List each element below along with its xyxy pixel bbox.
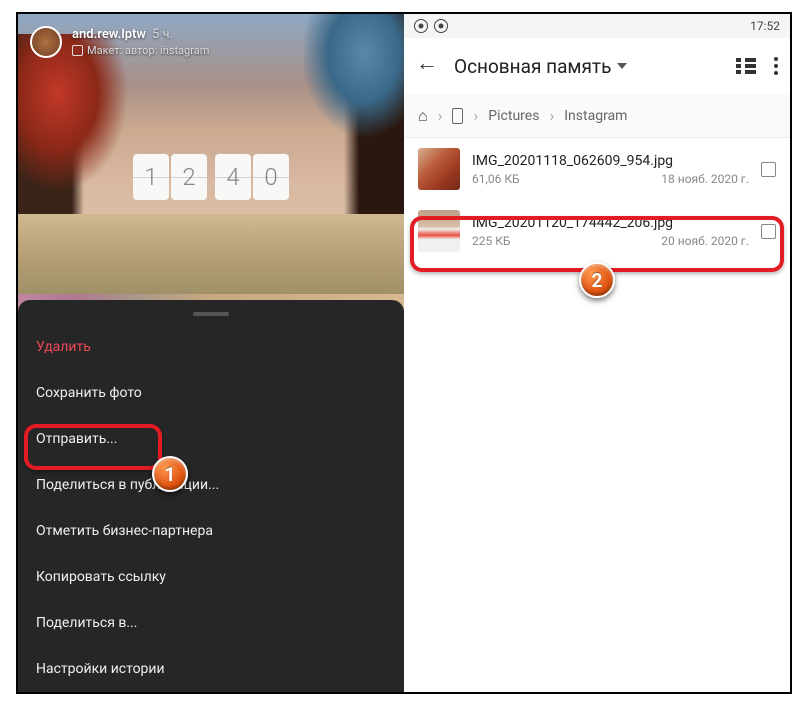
callout-badge-2: 2	[579, 262, 615, 298]
layout-icon	[72, 45, 83, 56]
file-name: IMG_20201118_062609_954.jpg	[472, 153, 749, 169]
breadcrumb-separator: ›	[549, 106, 554, 125]
file-name: IMG_20201120_174442_206.jpg	[472, 215, 749, 231]
menu-story-settings[interactable]: Настройки истории	[18, 646, 404, 692]
view-list-button[interactable]	[736, 58, 756, 74]
menu-save-photo[interactable]: Сохранить фото	[18, 370, 404, 416]
menu-copy-link[interactable]: Копировать ссылку	[18, 554, 404, 600]
breadcrumb-pictures[interactable]: Pictures	[488, 108, 539, 124]
status-bar: 17:52	[404, 14, 790, 38]
clock-digit: 2	[171, 154, 207, 200]
breadcrumb-instagram[interactable]: Instagram	[564, 108, 627, 124]
viber-icon	[414, 19, 428, 33]
file-thumbnail	[418, 148, 460, 190]
file-size: 61,06 КБ	[472, 172, 520, 186]
toolbar-title: Основная память	[454, 55, 611, 78]
status-time: 17:52	[750, 19, 780, 33]
toolbar: Основная память	[404, 38, 790, 94]
clock-widget: 1 2 4 0	[133, 154, 289, 200]
home-icon[interactable]: ⌂	[418, 106, 428, 126]
file-manager-panel: 17:52 Основная память ⌂ › › Pictures › I…	[404, 14, 790, 692]
callout-badge-1: 1	[152, 456, 188, 492]
file-date: 20 нояб. 2020 г.	[661, 234, 749, 248]
file-row[interactable]: IMG_20201118_062609_954.jpg 61,06 КБ 18 …	[404, 138, 790, 200]
clock-digit: 0	[253, 154, 289, 200]
file-checkbox[interactable]	[761, 162, 776, 177]
breadcrumb-separator: ›	[438, 106, 443, 125]
chevron-down-icon	[617, 63, 627, 69]
username[interactable]: and.rew.lptw	[72, 27, 146, 42]
toolbar-title-dropdown[interactable]: Основная память	[454, 55, 718, 78]
clock-digit: 4	[215, 154, 251, 200]
more-button[interactable]	[774, 57, 778, 75]
file-thumbnail	[418, 210, 460, 252]
story-time: 5 ч.	[152, 27, 173, 42]
file-size: 225 КБ	[472, 234, 510, 248]
bottom-sheet: Удалить Сохранить фото Отправить... Поде…	[18, 300, 404, 692]
file-row[interactable]: IMG_20201120_174442_206.jpg 225 КБ 20 но…	[404, 200, 790, 262]
sheet-handle[interactable]	[193, 312, 229, 316]
story-subtitle: Макет: автор: instagram	[87, 44, 209, 57]
menu-tag-partner[interactable]: Отметить бизнес-партнера	[18, 508, 404, 554]
avatar[interactable]	[30, 26, 62, 58]
menu-delete[interactable]: Удалить	[18, 324, 404, 370]
file-checkbox[interactable]	[761, 224, 776, 239]
device-icon[interactable]	[452, 108, 463, 124]
menu-share-post[interactable]: Поделиться в публикации...	[18, 462, 404, 508]
file-date: 18 нояб. 2020 г.	[661, 172, 749, 186]
story-header: and.rew.lptw 5 ч. Макет: автор: instagra…	[30, 26, 392, 58]
back-button[interactable]	[416, 56, 436, 76]
viber-icon	[434, 19, 448, 33]
breadcrumb: ⌂ › › Pictures › Instagram	[404, 94, 790, 138]
clock-digit: 1	[133, 154, 169, 200]
breadcrumb-separator: ›	[473, 106, 478, 125]
instagram-story-panel: 1 2 4 0 and.rew.lptw 5 ч. Макет: автор: …	[18, 14, 404, 692]
menu-share-to[interactable]: Поделиться в...	[18, 600, 404, 646]
menu-send[interactable]: Отправить...	[18, 416, 404, 462]
